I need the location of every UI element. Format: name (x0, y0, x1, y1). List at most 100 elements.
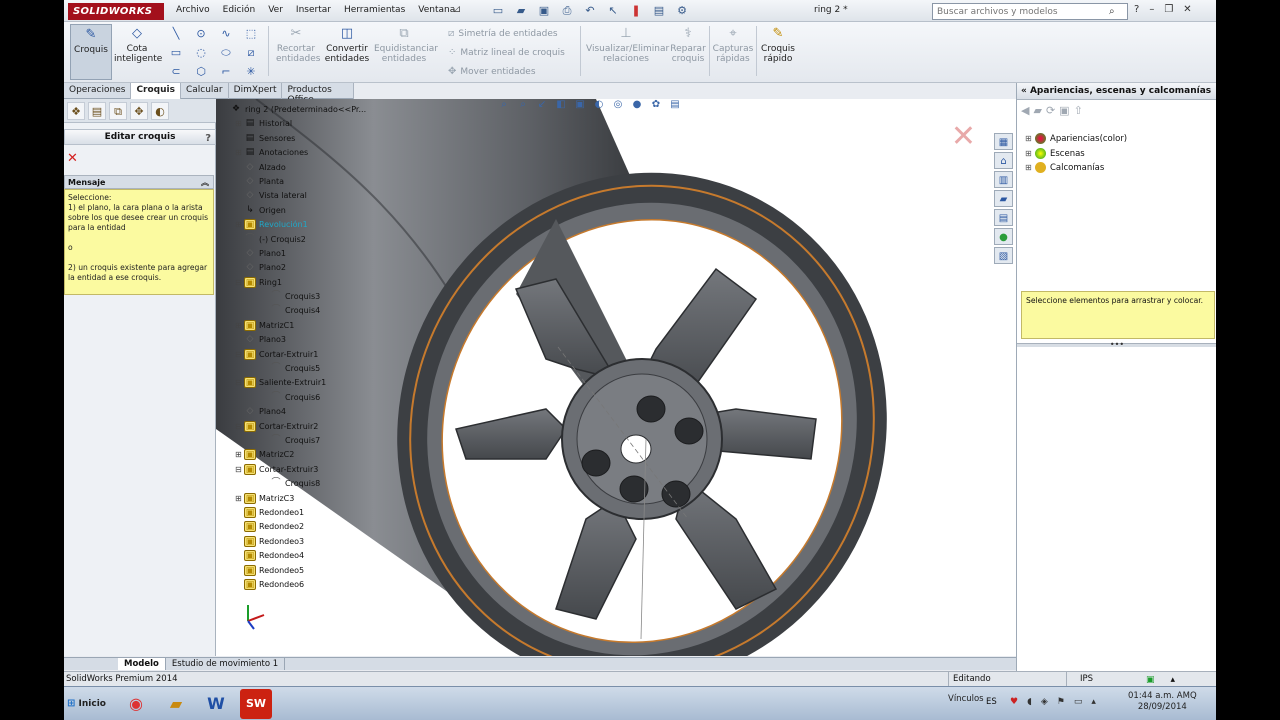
arc-icon[interactable]: ◌ (191, 45, 211, 61)
expand-toggle-icon[interactable]: ⊟ (235, 463, 244, 477)
open-icon[interactable]: ▰ (511, 3, 531, 19)
tab-dimxpert[interactable]: DimXpert (229, 83, 283, 99)
links-toolbar[interactable]: Vínculos (948, 694, 984, 704)
minimize-icon[interactable]: – (1149, 4, 1154, 15)
tree-node[interactable]: ⌒ Croquis6 (221, 391, 401, 405)
tree-node[interactable]: ❖ ring 2 (Predeterminado<<Pr... (221, 103, 401, 117)
zoom-area-icon[interactable]: ⌕ (515, 99, 531, 113)
display-style-icon[interactable]: ◐ (591, 99, 607, 113)
tree-node[interactable]: ⌒ Croquis4 (221, 304, 401, 318)
message-header[interactable]: Mensaje ︽ (64, 175, 214, 189)
close-icon[interactable]: ✕ (1183, 4, 1191, 15)
tree-item-calcomanias[interactable]: ⊞ Calcomanías (1025, 161, 1127, 176)
fillet-icon[interactable]: ⌐ (216, 64, 236, 80)
search-box[interactable]: ⌕ (932, 3, 1128, 20)
language-indicator[interactable]: ES (986, 697, 997, 707)
polygon-icon[interactable]: ⬡ (191, 64, 211, 80)
flag-icon[interactable]: ⚑ (1057, 697, 1065, 707)
hide-show-icon[interactable]: ◎ (610, 99, 626, 113)
folder-icon[interactable]: ▰ (1033, 104, 1041, 117)
options-icon[interactable]: ⚙ (672, 3, 692, 19)
offset-entities-button[interactable]: ⧉ Equidistanciar entidades (374, 24, 438, 80)
tree-node[interactable]: ⊞ ▣ MatrizC3 (221, 492, 401, 506)
tree-node[interactable]: ▣ Redondeo4 (221, 549, 401, 563)
expand-toggle-icon[interactable]: ⊞ (235, 117, 244, 131)
tree-node[interactable]: ⌒ (-) Croquis2 (221, 233, 401, 247)
refresh-icon[interactable]: ⟳ (1046, 104, 1055, 117)
restore-icon[interactable]: ❐ (1164, 4, 1173, 15)
tree-node[interactable]: ▣ Redondeo3 (221, 535, 401, 549)
menu-herramientas[interactable]: Herramientas (344, 5, 405, 15)
collapse-icon[interactable]: ︽ (201, 176, 209, 189)
tree-node[interactable]: ▣ Redondeo1 (221, 506, 401, 520)
select-icon[interactable]: ↖ (603, 3, 623, 19)
word-icon[interactable]: W (200, 689, 232, 719)
tree-node[interactable]: ◇ Plano2 (221, 261, 401, 275)
clock[interactable]: 01:44 a.m. AMQ 28/09/2014 (1128, 691, 1197, 713)
sketch-button[interactable]: ✎ Croquis (70, 24, 112, 80)
expand-toggle-icon[interactable]: ⊟ (235, 420, 244, 434)
menu-archivo[interactable]: Archivo (176, 5, 210, 15)
tree-node[interactable]: ⊟ ▣ Cortar-Extruir1 (221, 348, 401, 362)
circle-icon[interactable]: ⊙ (191, 26, 211, 42)
up-icon[interactable]: ⇧ (1074, 104, 1083, 117)
convert-entities-button[interactable]: ◫ Convertir entidades (324, 24, 370, 80)
volume-icon[interactable]: ◖ (1027, 697, 1032, 707)
tab-estudio-movimiento[interactable]: Estudio de movimiento 1 (166, 658, 286, 670)
quick-tips-icon[interactable]: ▣ (1146, 673, 1155, 686)
tree-node[interactable]: ⌒ Croquis5 (221, 362, 401, 376)
tab-calcular[interactable]: Calcular (181, 83, 229, 99)
tree-node[interactable]: ▣ Redondeo2 (221, 520, 401, 534)
rebuild-icon[interactable]: ❚ (626, 3, 646, 19)
tree-node[interactable]: ⊟ ▣ Cortar-Extruir2 (221, 420, 401, 434)
solidworks-logo[interactable]: SOLIDWORKS (68, 3, 164, 20)
expand-toggle-icon[interactable]: ⊟ (235, 348, 244, 362)
pin-icon[interactable]: ⊿ (453, 4, 463, 16)
appearances-tab-icon[interactable]: ● (994, 228, 1013, 245)
spline-icon[interactable]: ∿ (216, 26, 236, 42)
line-icon[interactable]: ╲ (166, 26, 186, 42)
tree-node[interactable]: ⌒ Croquis7 (221, 434, 401, 448)
rapid-sketch-button[interactable]: ✎ Croquis rápido (758, 24, 798, 80)
tree-node[interactable]: ◇ Plano3 (221, 333, 401, 347)
section-view-icon[interactable]: ◧ (553, 99, 569, 113)
dimxpert-manager-icon[interactable]: ✥ (130, 102, 148, 120)
quick-snaps-button[interactable]: ⌖ Capturas rápidas (712, 24, 754, 80)
explorer-icon[interactable]: ▰ (160, 689, 192, 719)
chrome-icon[interactable]: ◉ (120, 689, 152, 719)
new-icon[interactable]: ▭ (488, 3, 508, 19)
save-icon[interactable]: ▣ (534, 3, 554, 19)
view-settings-icon[interactable]: ▤ (667, 99, 683, 113)
file-properties-icon[interactable]: ▤ (649, 3, 669, 19)
mirror-entities-button[interactable]: ⧄ Simetría de entidades (448, 28, 558, 39)
plane-icon[interactable]: ✳ (241, 64, 261, 80)
custom-properties-icon[interactable]: ▧ (994, 247, 1013, 264)
linear-pattern-button[interactable]: ⁘ Matriz lineal de croquis (448, 47, 565, 58)
zoom-fit-icon[interactable]: ⌕ (496, 99, 512, 113)
move-entities-button[interactable]: ✥ Mover entidades (448, 66, 536, 77)
tree-node[interactable]: ◇ Alzado (221, 161, 401, 175)
print-icon[interactable]: ⎙ (557, 3, 577, 19)
undo-icon[interactable]: ↶ (580, 3, 600, 19)
view-palette-icon[interactable]: ▤ (994, 209, 1013, 226)
tree-node[interactable]: ◇ Planta (221, 175, 401, 189)
expand-toggle-icon[interactable]: ⊞ (235, 146, 244, 160)
tab-croquis[interactable]: Croquis (131, 83, 181, 99)
tree-node[interactable]: ⊞ ▤ Anotaciones (221, 146, 401, 160)
menu-ver[interactable]: Ver (268, 5, 283, 15)
menu-edicion[interactable]: Edición (223, 5, 256, 15)
solidworks-taskbar-icon[interactable]: SW (240, 689, 272, 719)
point-icon[interactable]: ⬚ (241, 26, 261, 42)
design-library-icon[interactable]: ▥ (994, 171, 1013, 188)
tree-node[interactable]: ⊟ ▣ Cortar-Extruir3 (221, 463, 401, 477)
help-icon[interactable]: ? (205, 131, 211, 146)
customize-icon[interactable]: ▴ (1171, 673, 1176, 686)
tree-node[interactable]: ▤ Sensores (221, 132, 401, 146)
expand-toggle-icon[interactable]: ⊟ (235, 376, 244, 390)
display-manager-icon[interactable]: ◐ (151, 102, 169, 120)
scene-icon[interactable]: ✿ (648, 99, 664, 113)
tab-productos-office[interactable]: Productos Office (282, 83, 354, 105)
tree-node[interactable]: ↳ Origen (221, 204, 401, 218)
tree-node[interactable]: ◇ Plano1 (221, 247, 401, 261)
start-button[interactable]: ⊞ Inicio (67, 692, 111, 716)
